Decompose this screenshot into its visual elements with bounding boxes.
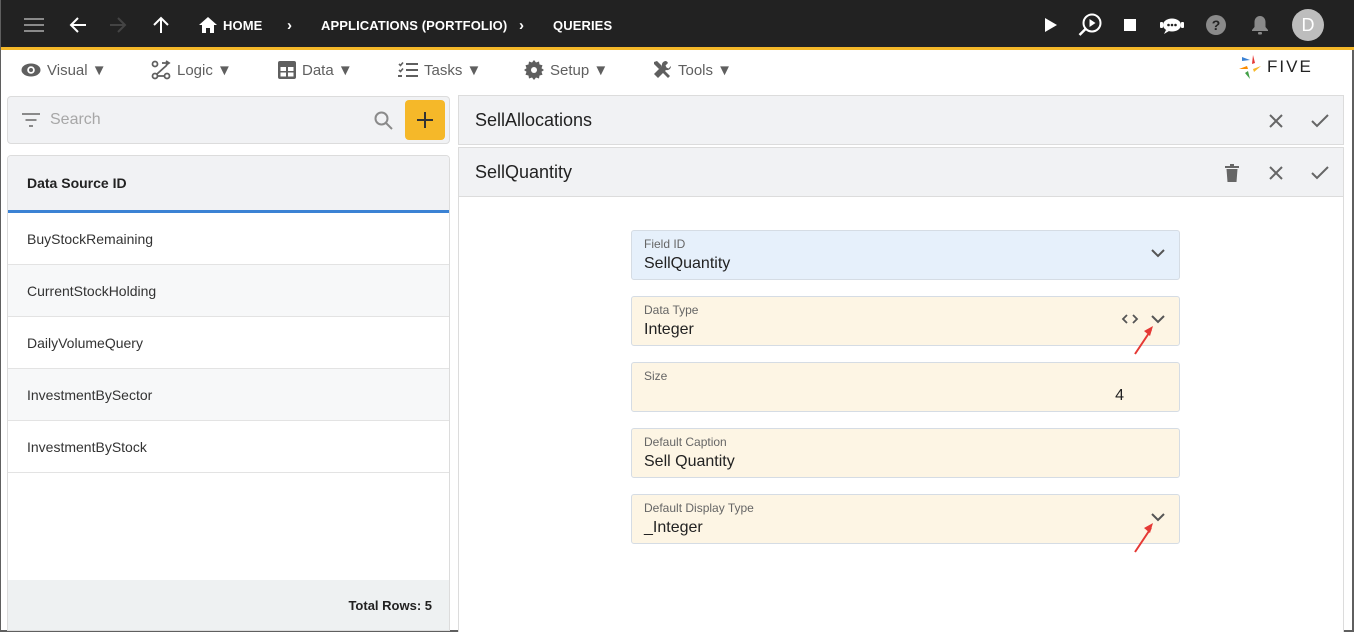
default-caption-label: Default Caption (644, 435, 727, 449)
logic-icon (151, 60, 171, 80)
notification-icon[interactable] (1251, 0, 1269, 50)
child-cancel-button[interactable] (1263, 160, 1289, 186)
forward-icon[interactable] (107, 0, 129, 50)
parent-record-bar: SellAllocations (458, 95, 1344, 145)
chevron-down-icon[interactable] (1151, 512, 1165, 522)
parent-cancel-button[interactable] (1263, 108, 1289, 134)
breadcrumb-queries[interactable]: QUERIES (553, 0, 612, 50)
list-item[interactable]: BuyStockRemaining (8, 213, 449, 265)
field-id-label: Field ID (644, 237, 686, 251)
app-window: HOME › APPLICATIONS (PORTFOLIO) › QUERIE… (0, 0, 1354, 632)
debug-icon[interactable] (1077, 0, 1103, 50)
tasks-icon (398, 61, 418, 77)
menu-data-label: Data ▼ (302, 61, 353, 79)
close-icon (1269, 166, 1283, 180)
tools-icon (654, 60, 672, 78)
add-button[interactable] (405, 100, 445, 140)
breadcrumb-separator: › (519, 16, 524, 34)
menu-logic[interactable]: Logic ▼ (151, 53, 232, 87)
field-id-select[interactable]: Field ID SellQuantity (631, 230, 1180, 280)
menu-visual[interactable]: Visual ▼ (21, 53, 107, 87)
table-icon (278, 61, 296, 79)
code-icon[interactable] (1121, 314, 1139, 324)
data-type-select[interactable]: Data Type Integer (631, 296, 1180, 346)
default-caption-field[interactable]: Default Caption Sell Quantity (631, 428, 1180, 478)
eye-icon (21, 63, 41, 77)
up-icon[interactable] (151, 0, 171, 50)
menu-setup[interactable]: Setup ▼ (524, 53, 608, 87)
menu-tools[interactable]: Tools ▼ (652, 53, 732, 87)
svg-text:?: ? (1212, 17, 1221, 33)
plus-icon (417, 112, 433, 128)
child-record-bar: SellQuantity (458, 147, 1344, 197)
parent-record-title: SellAllocations (475, 109, 593, 130)
size-label: Size (644, 369, 668, 383)
menu-bar: Visual ▼ Logic ▼ Data ▼ Tasks ▼ Setup ▼ … (1, 53, 1354, 87)
five-logo: FIVE (1239, 55, 1313, 79)
default-display-type-select[interactable]: Default Display Type _Integer (631, 494, 1180, 544)
column-header-data-source-id[interactable]: Data Source ID (8, 156, 449, 213)
close-icon (1269, 114, 1283, 128)
run-icon[interactable] (1043, 0, 1059, 50)
back-icon[interactable] (67, 0, 89, 50)
default-display-type-value: _Integer (644, 519, 703, 536)
breadcrumb-applications[interactable]: APPLICATIONS (PORTFOLIO) (321, 0, 507, 50)
list-item[interactable]: CurrentStockHolding (8, 265, 449, 317)
search-bar (7, 96, 450, 144)
list-item[interactable]: InvestmentByStock (8, 421, 449, 473)
breadcrumb-separator: › (287, 16, 292, 34)
search-icon[interactable] (374, 111, 393, 130)
menu-icon[interactable] (21, 0, 47, 50)
chevron-down-icon[interactable] (1151, 314, 1165, 324)
chevron-down-icon[interactable] (1151, 248, 1165, 258)
size-field[interactable]: Size 4 (631, 362, 1180, 412)
field-id-value: SellQuantity (644, 255, 731, 272)
default-display-type-label: Default Display Type (644, 501, 754, 515)
trash-icon (1225, 164, 1239, 182)
default-caption-value: Sell Quantity (644, 453, 735, 470)
filter-icon[interactable] (22, 113, 40, 127)
data-type-label: Data Type (644, 303, 699, 317)
list-item[interactable]: InvestmentBySector (8, 369, 449, 421)
menu-data[interactable]: Data ▼ (278, 53, 353, 87)
breadcrumb-home[interactable]: HOME (223, 0, 262, 50)
menu-visual-label: Visual ▼ (47, 61, 107, 79)
five-logo-icon (1239, 55, 1261, 79)
menu-tasks-label: Tasks ▼ (424, 61, 482, 79)
top-bar: HOME › APPLICATIONS (PORTFOLIO) › QUERIE… (1, 0, 1354, 50)
home-icon[interactable] (199, 0, 217, 50)
size-value: 4 (1115, 387, 1124, 404)
stop-icon[interactable] (1123, 0, 1137, 50)
parent-save-button[interactable] (1307, 108, 1333, 134)
list-item[interactable]: DailyVolumeQuery (8, 317, 449, 369)
data-source-list: Data Source ID BuyStockRemaining Current… (7, 155, 450, 631)
check-icon (1311, 114, 1329, 128)
delete-button[interactable] (1219, 160, 1245, 186)
child-save-button[interactable] (1307, 160, 1333, 186)
menu-tasks[interactable]: Tasks ▼ (398, 53, 481, 87)
menu-tools-label: Tools ▼ (678, 61, 733, 79)
child-record-title: SellQuantity (475, 161, 573, 182)
menu-setup-label: Setup ▼ (550, 61, 609, 79)
five-logo-text: FIVE (1267, 57, 1313, 76)
search-input[interactable] (50, 107, 360, 133)
help-icon[interactable]: ? (1205, 0, 1227, 50)
total-rows: Total Rows: 5 (8, 580, 449, 630)
gear-icon (524, 60, 544, 80)
avatar[interactable]: D (1292, 9, 1324, 41)
check-icon (1311, 166, 1329, 180)
menu-logic-label: Logic ▼ (177, 61, 232, 79)
data-type-value: Integer (644, 321, 694, 338)
chat-bot-icon[interactable] (1159, 0, 1185, 50)
